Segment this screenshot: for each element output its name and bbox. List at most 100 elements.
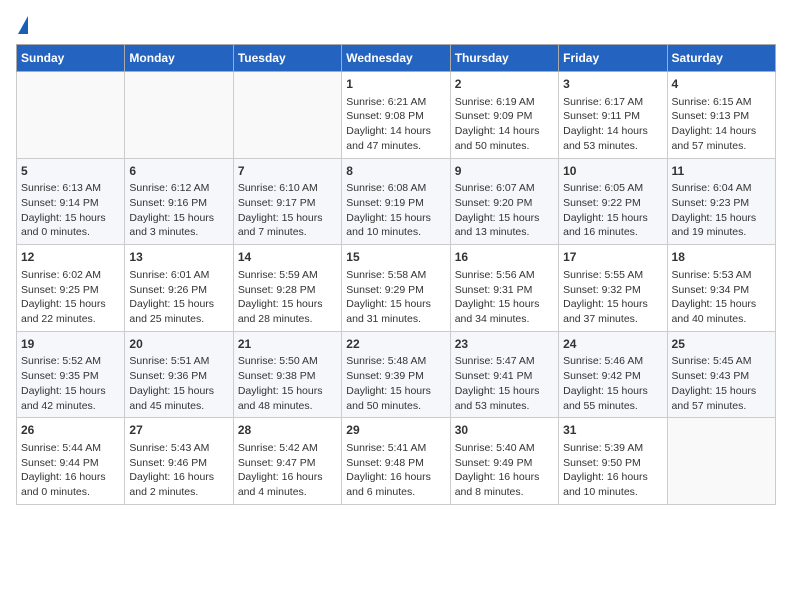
- calendar-cell: 2Sunrise: 6:19 AMSunset: 9:09 PMDaylight…: [450, 72, 558, 159]
- sunrise-text: Sunrise: 5:51 AM: [129, 355, 209, 367]
- calendar-week-row: 26Sunrise: 5:44 AMSunset: 9:44 PMDayligh…: [17, 418, 776, 505]
- calendar-cell: 15Sunrise: 5:58 AMSunset: 9:29 PMDayligh…: [342, 245, 450, 332]
- calendar-cell: 24Sunrise: 5:46 AMSunset: 9:42 PMDayligh…: [559, 331, 667, 418]
- daylight-text: Daylight: 15 hours: [21, 212, 106, 224]
- daylight-minutes-text: and 34 minutes.: [455, 313, 530, 325]
- calendar-cell: [667, 418, 775, 505]
- daylight-text: Daylight: 16 hours: [21, 471, 106, 483]
- daylight-text: Daylight: 15 hours: [455, 385, 540, 397]
- calendar-cell: 25Sunrise: 5:45 AMSunset: 9:43 PMDayligh…: [667, 331, 775, 418]
- day-number: 2: [455, 76, 554, 93]
- calendar-cell: 22Sunrise: 5:48 AMSunset: 9:39 PMDayligh…: [342, 331, 450, 418]
- sunrise-text: Sunrise: 5:59 AM: [238, 269, 318, 281]
- daylight-minutes-text: and 19 minutes.: [672, 226, 747, 238]
- daylight-minutes-text: and 10 minutes.: [346, 226, 421, 238]
- sunrise-text: Sunrise: 6:01 AM: [129, 269, 209, 281]
- calendar-week-row: 5Sunrise: 6:13 AMSunset: 9:14 PMDaylight…: [17, 158, 776, 245]
- sunset-text: Sunset: 9:29 PM: [346, 284, 424, 296]
- daylight-text: Daylight: 15 hours: [238, 298, 323, 310]
- sunset-text: Sunset: 9:31 PM: [455, 284, 533, 296]
- day-number: 21: [238, 336, 337, 353]
- sunrise-text: Sunrise: 6:10 AM: [238, 182, 318, 194]
- calendar-cell: 9Sunrise: 6:07 AMSunset: 9:20 PMDaylight…: [450, 158, 558, 245]
- day-number: 6: [129, 163, 228, 180]
- daylight-minutes-text: and 6 minutes.: [346, 486, 415, 498]
- day-number: 20: [129, 336, 228, 353]
- weekday-header-monday: Monday: [125, 45, 233, 72]
- sunrise-text: Sunrise: 5:41 AM: [346, 442, 426, 454]
- daylight-text: Daylight: 15 hours: [672, 385, 757, 397]
- sunrise-text: Sunrise: 5:45 AM: [672, 355, 752, 367]
- sunrise-text: Sunrise: 5:42 AM: [238, 442, 318, 454]
- day-number: 31: [563, 422, 662, 439]
- calendar-cell: 13Sunrise: 6:01 AMSunset: 9:26 PMDayligh…: [125, 245, 233, 332]
- sunrise-text: Sunrise: 5:47 AM: [455, 355, 535, 367]
- calendar-week-row: 19Sunrise: 5:52 AMSunset: 9:35 PMDayligh…: [17, 331, 776, 418]
- daylight-text: Daylight: 15 hours: [238, 212, 323, 224]
- sunrise-text: Sunrise: 6:04 AM: [672, 182, 752, 194]
- calendar-cell: 17Sunrise: 5:55 AMSunset: 9:32 PMDayligh…: [559, 245, 667, 332]
- daylight-text: Daylight: 14 hours: [346, 125, 431, 137]
- day-number: 29: [346, 422, 445, 439]
- calendar-cell: 29Sunrise: 5:41 AMSunset: 9:48 PMDayligh…: [342, 418, 450, 505]
- daylight-text: Daylight: 15 hours: [672, 212, 757, 224]
- sunrise-text: Sunrise: 6:17 AM: [563, 96, 643, 108]
- day-number: 11: [672, 163, 771, 180]
- day-number: 7: [238, 163, 337, 180]
- weekday-header-saturday: Saturday: [667, 45, 775, 72]
- daylight-text: Daylight: 14 hours: [563, 125, 648, 137]
- day-number: 3: [563, 76, 662, 93]
- day-number: 15: [346, 249, 445, 266]
- sunrise-text: Sunrise: 5:39 AM: [563, 442, 643, 454]
- sunrise-text: Sunrise: 6:15 AM: [672, 96, 752, 108]
- daylight-minutes-text: and 7 minutes.: [238, 226, 307, 238]
- sunset-text: Sunset: 9:16 PM: [129, 197, 207, 209]
- daylight-minutes-text: and 8 minutes.: [455, 486, 524, 498]
- sunset-text: Sunset: 9:17 PM: [238, 197, 316, 209]
- daylight-minutes-text: and 2 minutes.: [129, 486, 198, 498]
- daylight-text: Daylight: 15 hours: [238, 385, 323, 397]
- daylight-text: Daylight: 14 hours: [672, 125, 757, 137]
- daylight-text: Daylight: 15 hours: [129, 212, 214, 224]
- sunset-text: Sunset: 9:13 PM: [672, 110, 750, 122]
- calendar-cell: 8Sunrise: 6:08 AMSunset: 9:19 PMDaylight…: [342, 158, 450, 245]
- daylight-text: Daylight: 16 hours: [129, 471, 214, 483]
- calendar-cell: 4Sunrise: 6:15 AMSunset: 9:13 PMDaylight…: [667, 72, 775, 159]
- sunrise-text: Sunrise: 6:07 AM: [455, 182, 535, 194]
- day-number: 10: [563, 163, 662, 180]
- day-number: 5: [21, 163, 120, 180]
- calendar-cell: 6Sunrise: 6:12 AMSunset: 9:16 PMDaylight…: [125, 158, 233, 245]
- sunrise-text: Sunrise: 5:53 AM: [672, 269, 752, 281]
- sunrise-text: Sunrise: 6:13 AM: [21, 182, 101, 194]
- sunrise-text: Sunrise: 6:08 AM: [346, 182, 426, 194]
- calendar-cell: 14Sunrise: 5:59 AMSunset: 9:28 PMDayligh…: [233, 245, 341, 332]
- daylight-minutes-text: and 31 minutes.: [346, 313, 421, 325]
- daylight-text: Daylight: 15 hours: [21, 298, 106, 310]
- day-number: 12: [21, 249, 120, 266]
- sunset-text: Sunset: 9:26 PM: [129, 284, 207, 296]
- sunset-text: Sunset: 9:28 PM: [238, 284, 316, 296]
- day-number: 1: [346, 76, 445, 93]
- calendar-cell: [125, 72, 233, 159]
- sunset-text: Sunset: 9:23 PM: [672, 197, 750, 209]
- weekday-header-wednesday: Wednesday: [342, 45, 450, 72]
- daylight-minutes-text: and 13 minutes.: [455, 226, 530, 238]
- daylight-minutes-text: and 4 minutes.: [238, 486, 307, 498]
- daylight-minutes-text: and 50 minutes.: [346, 400, 421, 412]
- day-number: 8: [346, 163, 445, 180]
- sunset-text: Sunset: 9:11 PM: [563, 110, 640, 122]
- sunrise-text: Sunrise: 5:58 AM: [346, 269, 426, 281]
- day-number: 18: [672, 249, 771, 266]
- calendar-cell: 30Sunrise: 5:40 AMSunset: 9:49 PMDayligh…: [450, 418, 558, 505]
- sunrise-text: Sunrise: 6:19 AM: [455, 96, 535, 108]
- sunrise-text: Sunrise: 5:40 AM: [455, 442, 535, 454]
- calendar-cell: 27Sunrise: 5:43 AMSunset: 9:46 PMDayligh…: [125, 418, 233, 505]
- calendar-cell: 28Sunrise: 5:42 AMSunset: 9:47 PMDayligh…: [233, 418, 341, 505]
- calendar-cell: [17, 72, 125, 159]
- day-number: 22: [346, 336, 445, 353]
- daylight-minutes-text: and 53 minutes.: [563, 140, 638, 152]
- sunrise-text: Sunrise: 5:48 AM: [346, 355, 426, 367]
- daylight-text: Daylight: 15 hours: [455, 212, 540, 224]
- day-number: 13: [129, 249, 228, 266]
- daylight-minutes-text: and 37 minutes.: [563, 313, 638, 325]
